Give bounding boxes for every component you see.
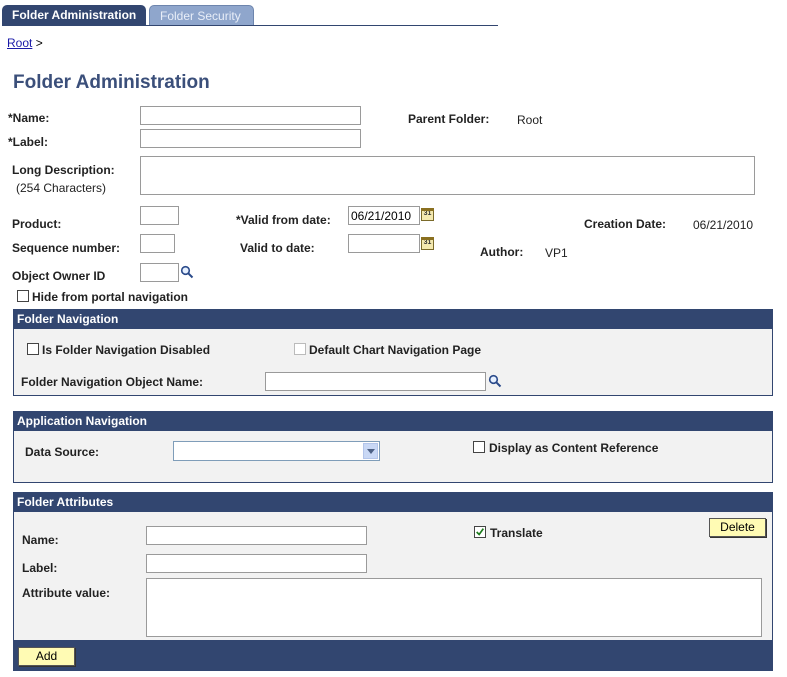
folder-navigation-header: Folder Navigation [14, 310, 772, 329]
valid-to-label: Valid to date: [240, 241, 315, 255]
breadcrumb-separator: > [35, 36, 43, 50]
label-label: *Label: [8, 135, 49, 149]
object-owner-input[interactable] [140, 263, 179, 282]
sequence-number-label: Sequence number: [12, 241, 121, 255]
default-chart-checkbox[interactable] [294, 343, 306, 355]
tab-divider [2, 25, 498, 26]
lookup-icon[interactable] [488, 374, 502, 388]
author-value: VP1 [545, 246, 568, 260]
application-navigation-header: Application Navigation [14, 412, 772, 431]
creation-date-label: Creation Date: [584, 217, 667, 231]
folder-nav-object-name-input[interactable] [265, 372, 486, 391]
translate-checkbox[interactable] [474, 526, 486, 538]
hide-from-portal-label: Hide from portal navigation [32, 290, 189, 304]
folder-attributes-footer [14, 640, 772, 670]
page-title: Folder Administration [13, 72, 210, 93]
calendar-icon[interactable]: 31 [421, 237, 434, 250]
attr-name-input[interactable] [146, 526, 367, 545]
chevron-down-icon[interactable] [363, 443, 378, 459]
creation-date-value: 06/21/2010 [693, 218, 754, 232]
default-chart-label: Default Chart Navigation Page [309, 343, 482, 357]
valid-from-label: *Valid from date: [236, 213, 331, 227]
parent-folder-label: Parent Folder: [408, 112, 490, 126]
display-content-reference-label: Display as Content Reference [489, 441, 659, 455]
attr-label-label: Label: [22, 561, 58, 575]
lookup-icon[interactable] [180, 265, 194, 279]
valid-from-input[interactable] [348, 206, 420, 225]
long-description-textarea[interactable] [140, 156, 755, 195]
display-content-reference-checkbox[interactable] [473, 441, 485, 453]
hide-from-portal-checkbox[interactable] [17, 290, 29, 302]
breadcrumb-root-link[interactable]: Root [7, 36, 32, 50]
checkmark-icon [476, 528, 485, 536]
product-label: Product: [12, 217, 62, 231]
long-description-hint: (254 Characters) [16, 181, 107, 195]
folder-nav-object-name-label: Folder Navigation Object Name: [21, 375, 204, 389]
valid-to-input[interactable] [348, 234, 420, 253]
data-source-label: Data Source: [25, 445, 100, 459]
folder-attributes-header: Folder Attributes [14, 493, 772, 512]
object-owner-label: Object Owner ID [12, 269, 106, 283]
attr-name-label: Name: [22, 533, 59, 547]
data-source-select[interactable] [173, 441, 380, 461]
breadcrumb: Root > [7, 36, 43, 50]
parent-folder-value: Root [517, 113, 543, 127]
label-input[interactable] [140, 129, 361, 148]
sequence-number-input[interactable] [140, 234, 175, 253]
translate-label: Translate [490, 526, 543, 540]
long-description-label: Long Description: [12, 163, 115, 177]
name-input[interactable] [140, 106, 361, 125]
tab-folder-administration[interactable]: Folder Administration [2, 5, 146, 26]
delete-button[interactable]: Delete [709, 518, 766, 537]
product-input[interactable] [140, 206, 179, 225]
attribute-value-textarea[interactable] [146, 578, 762, 637]
author-label: Author: [480, 245, 524, 259]
application-navigation-section: Application Navigation [13, 411, 773, 483]
tab-folder-security[interactable]: Folder Security [149, 5, 254, 26]
add-button[interactable]: Add [18, 647, 75, 666]
attribute-value-label: Attribute value: [22, 586, 111, 600]
folder-nav-disabled-checkbox[interactable] [27, 343, 39, 355]
folder-nav-disabled-label: Is Folder Navigation Disabled [42, 343, 211, 357]
calendar-icon[interactable]: 31 [421, 208, 434, 221]
name-label: *Name: [8, 111, 50, 125]
attr-label-input[interactable] [146, 554, 367, 573]
